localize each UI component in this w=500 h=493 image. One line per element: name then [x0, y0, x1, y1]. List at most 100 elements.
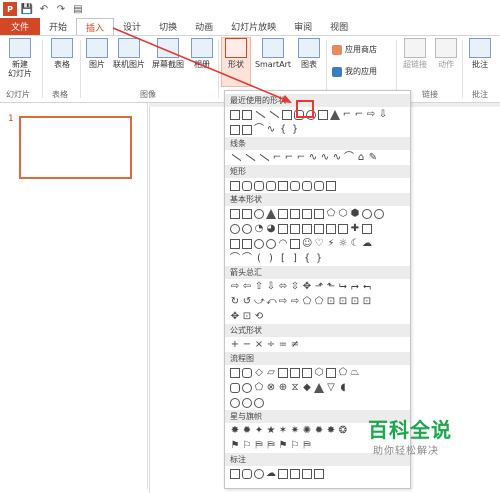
- online-picture-label: 联机图片: [113, 60, 145, 69]
- line-shape-icon[interactable]: [255, 110, 266, 119]
- rectangle-shape-icon[interactable]: [282, 109, 292, 120]
- table-icon: [51, 38, 73, 58]
- arrow-line-shape-icon[interactable]: [269, 110, 280, 119]
- shape-label: 形状: [228, 60, 244, 69]
- tab-home[interactable]: 开始: [40, 18, 76, 35]
- screenshot-button[interactable]: 屏幕截图: [150, 38, 186, 69]
- section-rectangles: 矩形: [225, 165, 410, 178]
- tab-view[interactable]: 视图: [321, 18, 357, 35]
- my-apps-label: 我的应用: [345, 67, 377, 76]
- tab-file[interactable]: 文件: [0, 18, 41, 35]
- section-basic-shapes: 基本形状: [225, 193, 410, 206]
- slide-number: 1: [8, 114, 14, 124]
- picture-button[interactable]: 图片: [85, 38, 109, 69]
- shape-row-flow-2: ⬠ ⊗ ⊕ ⧖ ◆ ▽ ◖: [225, 380, 410, 395]
- save-icon[interactable]: 💾: [20, 2, 34, 16]
- shape-row-recent-1: ⌐ ⌐ ⇨ ⇩: [225, 107, 410, 122]
- textbox-shape-icon-2[interactable]: [242, 124, 252, 135]
- my-apps-button[interactable]: 我的应用: [332, 66, 377, 77]
- shape-row-rectangles: [225, 178, 410, 193]
- tab-insert[interactable]: 插入: [76, 18, 115, 35]
- elbow-arrow-icon[interactable]: ⌐: [354, 109, 364, 120]
- redo-icon[interactable]: ↷: [54, 2, 68, 16]
- app-store-button[interactable]: 应用商店: [332, 44, 377, 55]
- chart-icon: [298, 38, 320, 58]
- table-button[interactable]: 表格: [48, 38, 76, 69]
- hyperlink-button[interactable]: 超链接: [400, 38, 430, 69]
- shape-row-flow-3: [225, 395, 410, 410]
- section-block-arrows: 箭头总汇: [225, 266, 410, 279]
- picture-icon: [86, 38, 108, 58]
- tab-slideshow[interactable]: 幻灯片放映: [222, 18, 285, 35]
- store-icon: [332, 44, 342, 55]
- watermark-logo: 百科全说 助你轻松解决: [360, 414, 500, 464]
- slide-thumbnail[interactable]: [19, 116, 132, 179]
- screenshot-icon: [157, 38, 179, 58]
- textbox-shape-icon[interactable]: [230, 109, 240, 120]
- slideshow-icon[interactable]: ▤: [71, 2, 85, 16]
- shape-button[interactable]: 形状: [221, 37, 251, 87]
- action-button[interactable]: 动作: [434, 38, 458, 69]
- section-flowchart: 流程图: [225, 352, 410, 365]
- comment-icon: [469, 38, 491, 58]
- album-icon: [191, 38, 213, 58]
- shape-row-basic-3: ◠ ☺ ♡ ⚡ ☼ ☾ ☁: [225, 236, 410, 251]
- section-equation-shapes: 公式形状: [225, 324, 410, 337]
- screenshot-label: 屏幕截图: [152, 60, 184, 69]
- undo-icon[interactable]: ↶: [37, 2, 51, 16]
- left-brace-shape-icon[interactable]: {: [278, 124, 288, 135]
- my-apps-icon: [332, 66, 342, 77]
- album-label: 相册: [194, 60, 210, 69]
- shape-row-basic-2: ◔ ◕ ✚: [225, 221, 410, 236]
- new-slide-label: 新建 幻灯片: [8, 60, 32, 79]
- action-icon: [435, 38, 457, 58]
- action-label: 动作: [438, 60, 454, 69]
- new-slide-button[interactable]: 新建 幻灯片: [3, 38, 37, 78]
- smartart-button[interactable]: SmartArt: [254, 38, 292, 69]
- hyperlink-label: 超链接: [403, 60, 427, 69]
- online-picture-icon: [118, 38, 140, 58]
- vertical-textbox-shape-icon[interactable]: [242, 109, 252, 120]
- chart-button[interactable]: 图表: [296, 38, 322, 69]
- tab-review[interactable]: 审阅: [285, 18, 321, 35]
- square-shape-icon[interactable]: [318, 109, 328, 120]
- shape-row-equation: + − × ÷ = ≠: [230, 338, 300, 350]
- freeform-shape-icon[interactable]: ⌒: [254, 124, 264, 135]
- group-label-links: 链接: [422, 90, 438, 99]
- ribbon-tabs: 文件 开始 插入 设计 切换 动画 幻灯片放映 审阅 视图: [0, 18, 500, 35]
- hyperlink-icon: [404, 38, 426, 58]
- group-label-comments: 批注: [472, 90, 488, 99]
- shape-row-arrows-1: ⇨ ⇦ ⇧ ⇩ ⬄ ⇳ ✥ ⬏ ⬑ ⮡ ⮣ ⮢: [230, 280, 371, 292]
- callout-shape-icon[interactable]: [230, 124, 240, 135]
- shape-row-basic-1: ⬠ ⬡ ⬢: [225, 206, 410, 221]
- smartart-icon: [262, 38, 284, 58]
- curve-shape-icon[interactable]: ∿: [266, 124, 276, 135]
- tab-transitions[interactable]: 切换: [150, 18, 186, 35]
- right-brace-shape-icon[interactable]: }: [290, 124, 300, 135]
- group-label-tables: 表格: [52, 90, 68, 99]
- oval-highlight-box: [296, 100, 314, 118]
- slide-thumbnail-panel: 1: [0, 103, 148, 489]
- triangle-shape-icon[interactable]: [330, 109, 340, 120]
- smartart-label: SmartArt: [254, 60, 292, 69]
- down-arrow-shape-icon[interactable]: ⇩: [378, 109, 388, 120]
- elbow-connector-icon[interactable]: ⌐: [342, 109, 352, 120]
- table-label: 表格: [54, 60, 70, 69]
- quick-access-toolbar: P 💾 ↶ ↷ ▤: [0, 0, 500, 18]
- tab-animations[interactable]: 动画: [186, 18, 222, 35]
- comment-button[interactable]: 批注: [468, 38, 492, 69]
- right-arrow-shape-icon[interactable]: ⇨: [366, 109, 376, 120]
- watermark-subtitle: 助你轻松解决: [373, 446, 439, 457]
- online-picture-button[interactable]: 联机图片: [112, 38, 146, 69]
- shape-row-flow-1: ◇ ▱ ⬡ ⬠ ⏢: [225, 365, 410, 380]
- tab-design[interactable]: 设计: [114, 18, 150, 35]
- group-label-slides: 幻灯片: [6, 90, 30, 99]
- section-lines: 线条: [225, 137, 410, 150]
- shape-icon: [225, 38, 247, 58]
- powerpoint-icon: P: [3, 2, 17, 16]
- album-button[interactable]: 相册: [190, 38, 214, 69]
- shape-row-arrows-3: ✥ ⊡ ⟲: [230, 310, 264, 322]
- shape-row-basic-4: ⌒ ⌒()[]{}: [230, 252, 323, 264]
- shape-row-arrows-2: ↻ ↺ ⤻ ⤺ ⇨ ⇨ ⬠ ⬠ ⊡ ⊡ ⊡ ⊡: [230, 295, 372, 307]
- picture-label: 图片: [89, 60, 105, 69]
